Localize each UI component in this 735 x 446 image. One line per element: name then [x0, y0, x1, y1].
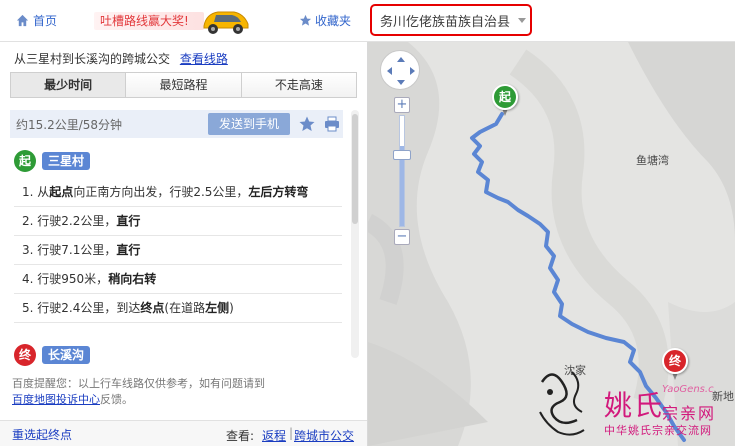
watermark-title-b: 宗亲网 — [662, 404, 717, 423]
route-info-bar: 约15.2公里/58分钟 发送到手机 — [10, 110, 343, 138]
watermark-subtitle: 中华姚氏宗亲交流网 — [604, 424, 712, 437]
home-link[interactable]: 首页 — [16, 12, 57, 29]
intercity-bus-link[interactable]: 跨城市公交 — [294, 427, 354, 444]
end-name: 长溪沟 — [42, 346, 91, 364]
step-keyword: 稍向右转 — [108, 272, 157, 286]
route-step[interactable]: 1. 从起点向正南方向出发，行驶2.5公里，左后方转弯 — [14, 178, 342, 207]
city-selector[interactable]: 务川仡佬族苗族自治县 — [370, 4, 532, 36]
route-scrollbar[interactable] — [351, 110, 359, 358]
step-keyword: 左侧 — [205, 301, 230, 315]
send-to-phone-button[interactable]: 发送到手机 — [208, 113, 290, 135]
zoom-out-button[interactable]: − — [394, 229, 410, 245]
star-icon — [299, 14, 312, 26]
favorite-star-icon[interactable] — [298, 115, 316, 133]
chevron-down-icon — [518, 17, 527, 23]
step-keyword: 直行 — [116, 243, 141, 257]
view-label: 查看: — [226, 429, 255, 443]
route-step[interactable]: 4. 行驶950米，稍向右转 — [14, 265, 342, 294]
view-route-link[interactable]: 查看线路 — [180, 52, 228, 66]
route-summary-text: 从三星村到长溪沟的跨城公交 — [14, 52, 171, 66]
step-number: 1. — [22, 185, 34, 199]
notice-text: 百度提醒您：以上行车线路仅供参考，如有问题请到 — [12, 377, 265, 390]
disclaimer-notice: 百度提醒您：以上行车线路仅供参考，如有问题请到 百度地图投诉中心反馈。 — [12, 376, 352, 408]
favorites-link[interactable]: 收藏夹 — [299, 12, 351, 29]
step-text: 行驶7.1公里， — [37, 243, 117, 257]
route-option-tabs: 最少时间 最短路程 不走高速 — [10, 72, 357, 98]
tab-least-time[interactable]: 最少时间 — [11, 73, 127, 97]
site-watermark: 姚氏 YaoGens.c 宗亲网 中华姚氏宗亲交流网 — [532, 360, 732, 444]
step-text: 行驶950米， — [37, 272, 109, 286]
start-marker[interactable]: 起 — [492, 84, 518, 118]
pan-arrows-icon — [387, 57, 415, 85]
panel-footer: 重选起终点 查看: 返程 | 跨城市公交 — [0, 420, 367, 446]
end-point[interactable]: 终 长溪沟 — [14, 344, 91, 366]
zoom-slider-thumb[interactable] — [393, 150, 411, 160]
watermark-logo-icon — [539, 371, 585, 436]
map-label-yutangwan: 鱼塘湾 — [636, 154, 669, 167]
step-keyword: 终点 — [140, 301, 165, 315]
watermark-domain: YaoGens.c — [662, 384, 714, 395]
step-number: 4. — [22, 272, 34, 286]
distance-time: 约15.2公里/58分钟 — [16, 117, 123, 132]
start-name: 三星村 — [42, 152, 91, 170]
zoom-in-button[interactable]: + — [394, 97, 410, 113]
favorites-label: 收藏夹 — [315, 14, 352, 28]
route-summary: 从三星村到长溪沟的跨城公交 查看线路 — [14, 50, 228, 67]
link-separator: | — [289, 426, 294, 440]
route-panel: 从三星村到长溪沟的跨城公交 查看线路 最少时间 最短路程 不走高速 约15.2公… — [0, 42, 368, 446]
start-badge-icon: 起 — [14, 150, 36, 172]
step-number: 5. — [22, 301, 34, 315]
step-text: (在道路 — [164, 301, 206, 315]
start-point[interactable]: 起 三星村 — [14, 150, 91, 172]
route-step[interactable]: 2. 行驶2.2公里，直行 — [14, 207, 342, 236]
map-pan-control[interactable] — [380, 50, 420, 90]
home-icon — [16, 14, 29, 27]
car-icon — [203, 11, 249, 34]
step-text: 从 — [37, 185, 50, 199]
route-step[interactable]: 3. 行驶7.1公里，直行 — [14, 236, 342, 265]
top-bar: 首页 吐槽路线赢大奖! 收藏夹 务川仡佬族苗族自治县 — [0, 0, 735, 42]
step-text: 行驶2.4公里，到达 — [37, 301, 141, 315]
step-keyword: 起点 — [49, 185, 74, 199]
print-icon[interactable] — [324, 116, 340, 132]
step-text: 向正南方向出发，行驶2.5公里， — [73, 185, 249, 199]
notice-tail: 反馈。 — [100, 393, 133, 406]
home-label: 首页 — [33, 14, 58, 28]
watermark-title: 姚氏 — [604, 389, 665, 422]
ad-banner[interactable]: 吐槽路线赢大奖! — [94, 6, 252, 36]
reset-endpoints-link[interactable]: 重选起终点 — [12, 426, 72, 443]
city-name: 务川仡佬族苗族自治县 — [380, 14, 511, 30]
ad-text: 吐槽路线赢大奖! — [94, 12, 204, 30]
step-text: ) — [229, 301, 234, 315]
step-number: 2. — [22, 214, 34, 228]
step-keyword: 左后方转弯 — [248, 185, 309, 199]
zoom-slider[interactable] — [399, 115, 405, 227]
start-marker-icon: 起 — [492, 84, 518, 110]
complaint-center-link[interactable]: 百度地图投诉中心 — [12, 393, 100, 406]
route-step[interactable]: 5. 行驶2.4公里，到达终点(在道路左侧) — [14, 294, 342, 323]
return-trip-link[interactable]: 返程 — [262, 427, 286, 444]
step-number: 3. — [22, 243, 34, 257]
tab-shortest-distance[interactable]: 最短路程 — [126, 73, 242, 97]
step-keyword: 直行 — [116, 214, 141, 228]
tab-avoid-highway[interactable]: 不走高速 — [241, 73, 356, 97]
route-steps: 1. 从起点向正南方向出发，行驶2.5公里，左后方转弯 2. 行驶2.2公里，直… — [14, 178, 342, 323]
end-badge-icon: 终 — [14, 344, 36, 366]
step-text: 行驶2.2公里， — [37, 214, 117, 228]
scrollbar-thumb[interactable] — [352, 114, 358, 224]
